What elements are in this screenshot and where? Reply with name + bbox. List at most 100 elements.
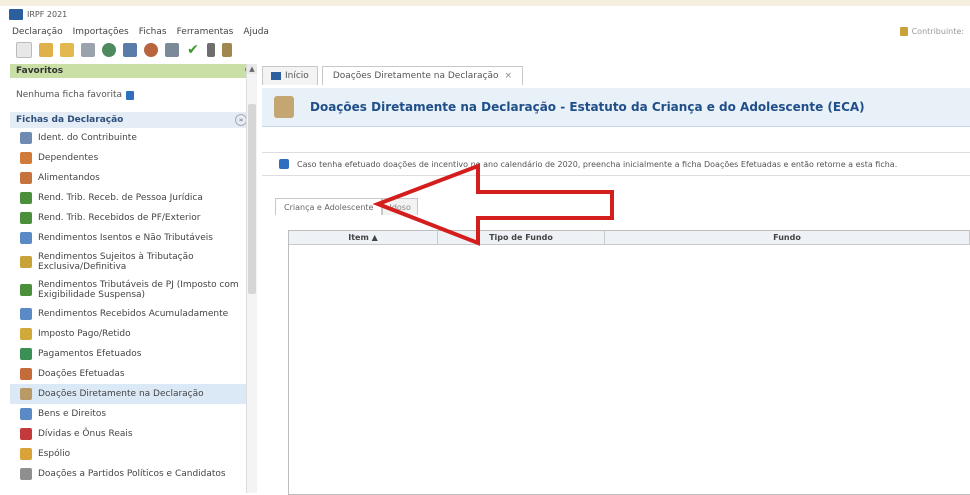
list-icon[interactable] xyxy=(207,43,215,57)
candidate-icon xyxy=(20,468,32,480)
app-icon xyxy=(9,9,23,20)
sidebar-item-label: Doações Efetuadas xyxy=(38,369,125,379)
menu-bar: Declaração Importações Fichas Ferramenta… xyxy=(0,25,970,39)
sidebar-item-label: Dependentes xyxy=(38,153,99,163)
col-item[interactable]: Item ▲ xyxy=(289,231,438,244)
sidebar-item-label: Rendimentos Tributáveis de PJ (Imposto c… xyxy=(38,280,239,300)
subtab-label: Criança e Adolescente xyxy=(284,202,374,212)
sidebar-item[interactable]: Ident. do Contribuinte xyxy=(10,128,255,148)
sidebar-item[interactable]: Doações a Partidos Políticos e Candidato… xyxy=(10,464,255,484)
col-tipo-fundo[interactable]: Tipo de Fundo xyxy=(438,231,605,244)
sidebar-item-label: Doações a Partidos Políticos e Candidato… xyxy=(38,469,226,479)
tab-doacoes[interactable]: Doações Diretamente na Declaração × xyxy=(321,66,524,85)
sidebar-item[interactable]: Imposto Pago/Retido xyxy=(10,324,255,344)
menu-fichas[interactable]: Fichas xyxy=(139,27,167,37)
page-title: Doações Diretamente na Declaração - Esta… xyxy=(310,100,865,114)
gift-doc-icon xyxy=(20,368,32,380)
title-bar: IRPF 2021 xyxy=(0,6,970,23)
trash-icon[interactable] xyxy=(81,43,95,57)
window-title: IRPF 2021 xyxy=(27,10,68,19)
sidebar-item[interactable]: Doações Efetuadas xyxy=(10,364,255,384)
subtab-idoso[interactable]: Idoso xyxy=(382,198,418,215)
card-icon xyxy=(20,348,32,360)
fichas-title: Fichas da Declaração xyxy=(16,115,124,125)
sidebar-item-label: Rend. Trib. Recebidos de PF/Exterior xyxy=(38,213,201,223)
menu-declaracao[interactable]: Declaração xyxy=(12,27,63,37)
family-icon xyxy=(20,172,32,184)
person-money-icon xyxy=(20,328,32,340)
money-arrow-icon xyxy=(20,192,32,204)
sidebar-item-label: Espólio xyxy=(38,449,71,459)
sidebar-item[interactable]: Doações Diretamente na Declaração xyxy=(10,384,255,404)
favorites-header[interactable]: Favoritos ⊗ xyxy=(10,64,255,78)
id-card-icon xyxy=(20,132,32,144)
sidebar-item-label: Bens e Direitos xyxy=(38,409,107,419)
new-icon[interactable] xyxy=(16,42,32,58)
globe-icon[interactable] xyxy=(102,43,116,57)
sidebar-item[interactable]: Alimentandos xyxy=(10,168,255,188)
print-icon[interactable] xyxy=(165,43,179,57)
folder-icon[interactable] xyxy=(60,43,74,57)
contribuinte-indicator: Contribuinte: xyxy=(899,27,964,36)
sidebar-item[interactable]: Rend. Trib. Recebidos de PF/Exterior xyxy=(10,208,255,228)
info-icon xyxy=(279,159,289,169)
sidebar-item[interactable]: Espólio xyxy=(10,444,255,464)
sidebar-item[interactable]: Bens e Direitos xyxy=(10,404,255,424)
world-money-icon xyxy=(20,212,32,224)
tab-bar: Início Doações Diretamente na Declaração… xyxy=(262,66,970,86)
menu-ajuda[interactable]: Ajuda xyxy=(243,27,269,37)
sidebar-item[interactable]: Rendimentos Isentos e Não Tributáveis xyxy=(10,228,255,248)
sidebar-item[interactable]: Rendimentos Tributáveis de PJ (Imposto c… xyxy=(10,276,255,304)
house-icon xyxy=(20,408,32,420)
table-header: Item ▲ Tipo de Fundo Fundo xyxy=(289,231,970,245)
hand-heart-icon xyxy=(274,96,294,118)
sidebar-item-label: Doações Diretamente na Declaração xyxy=(38,389,204,399)
help-icon[interactable] xyxy=(125,90,134,100)
menu-importacoes[interactable]: Importações xyxy=(73,27,129,37)
doc-lock-icon xyxy=(20,256,32,268)
sidebar-item[interactable]: Pagamentos Efetuados xyxy=(10,344,255,364)
sidebar-item-label: Dívidas e Ônus Reais xyxy=(38,429,133,439)
page-banner: Doações Diretamente na Declaração - Esta… xyxy=(262,88,970,127)
scroll-thumb[interactable] xyxy=(248,104,256,294)
subtab-bar: Criança e Adolescente Idoso xyxy=(275,198,418,215)
tab-label: Doações Diretamente na Declaração xyxy=(332,71,499,81)
toolbar: ✔ xyxy=(0,40,970,60)
favorites-title: Favoritos xyxy=(16,66,64,76)
sidebar-item[interactable]: Dívidas e Ônus Reais xyxy=(10,424,255,444)
sidebar-item-label: Rendimentos Isentos e Não Tributáveis xyxy=(38,233,213,243)
info-text: Caso tenha efetuado doações de incentivo… xyxy=(297,159,898,169)
estate-icon xyxy=(20,448,32,460)
sidebar-item-label: Pagamentos Efetuados xyxy=(38,349,142,359)
doc-stack-icon xyxy=(20,308,32,320)
sidebar-item[interactable]: Rendimentos Sujeitos à Tributação Exclus… xyxy=(10,248,255,276)
people-icon xyxy=(20,152,32,164)
scroll-up-icon[interactable]: ▲ xyxy=(247,64,257,74)
network-icon[interactable] xyxy=(144,43,158,57)
check-icon[interactable]: ✔ xyxy=(186,43,200,57)
menu-ferramentas[interactable]: Ferramentas xyxy=(177,27,234,37)
home-icon xyxy=(271,72,281,80)
open-icon[interactable] xyxy=(39,43,53,57)
subtab-crianca[interactable]: Criança e Adolescente xyxy=(275,198,383,215)
debt-icon xyxy=(20,428,32,440)
sidebar-scrollbar[interactable]: ▲ xyxy=(246,64,257,493)
contribuinte-label: Contribuinte: xyxy=(911,27,964,36)
import-icon[interactable] xyxy=(123,43,137,57)
col-fundo[interactable]: Fundo xyxy=(605,231,970,244)
fichas-header[interactable]: Fichas da Declaração » xyxy=(10,112,255,128)
close-icon[interactable]: × xyxy=(504,71,512,81)
subtab-label: Idoso xyxy=(389,202,411,212)
sidebar-item[interactable]: Rendimentos Recebidos Acumuladamente xyxy=(10,304,255,324)
sidebar-item[interactable]: Rend. Trib. Receb. de Pessoa Jurídica xyxy=(10,188,255,208)
tab-inicio[interactable]: Início xyxy=(262,66,318,85)
sidebar: Favoritos ⊗ Nenhuma ficha favorita Ficha… xyxy=(10,64,256,493)
book-icon[interactable] xyxy=(222,43,232,57)
tab-label: Início xyxy=(285,71,309,81)
sidebar-item-label: Alimentandos xyxy=(38,173,100,183)
doc-icon xyxy=(20,232,32,244)
fichas-list: Ident. do Contribuinte Dependentes Aliment… xyxy=(10,128,255,484)
sidebar-item[interactable]: Dependentes xyxy=(10,148,255,168)
data-table: Item ▲ Tipo de Fundo Fundo xyxy=(288,230,970,495)
sidebar-item-label: Rend. Trib. Receb. de Pessoa Jurídica xyxy=(38,193,203,203)
